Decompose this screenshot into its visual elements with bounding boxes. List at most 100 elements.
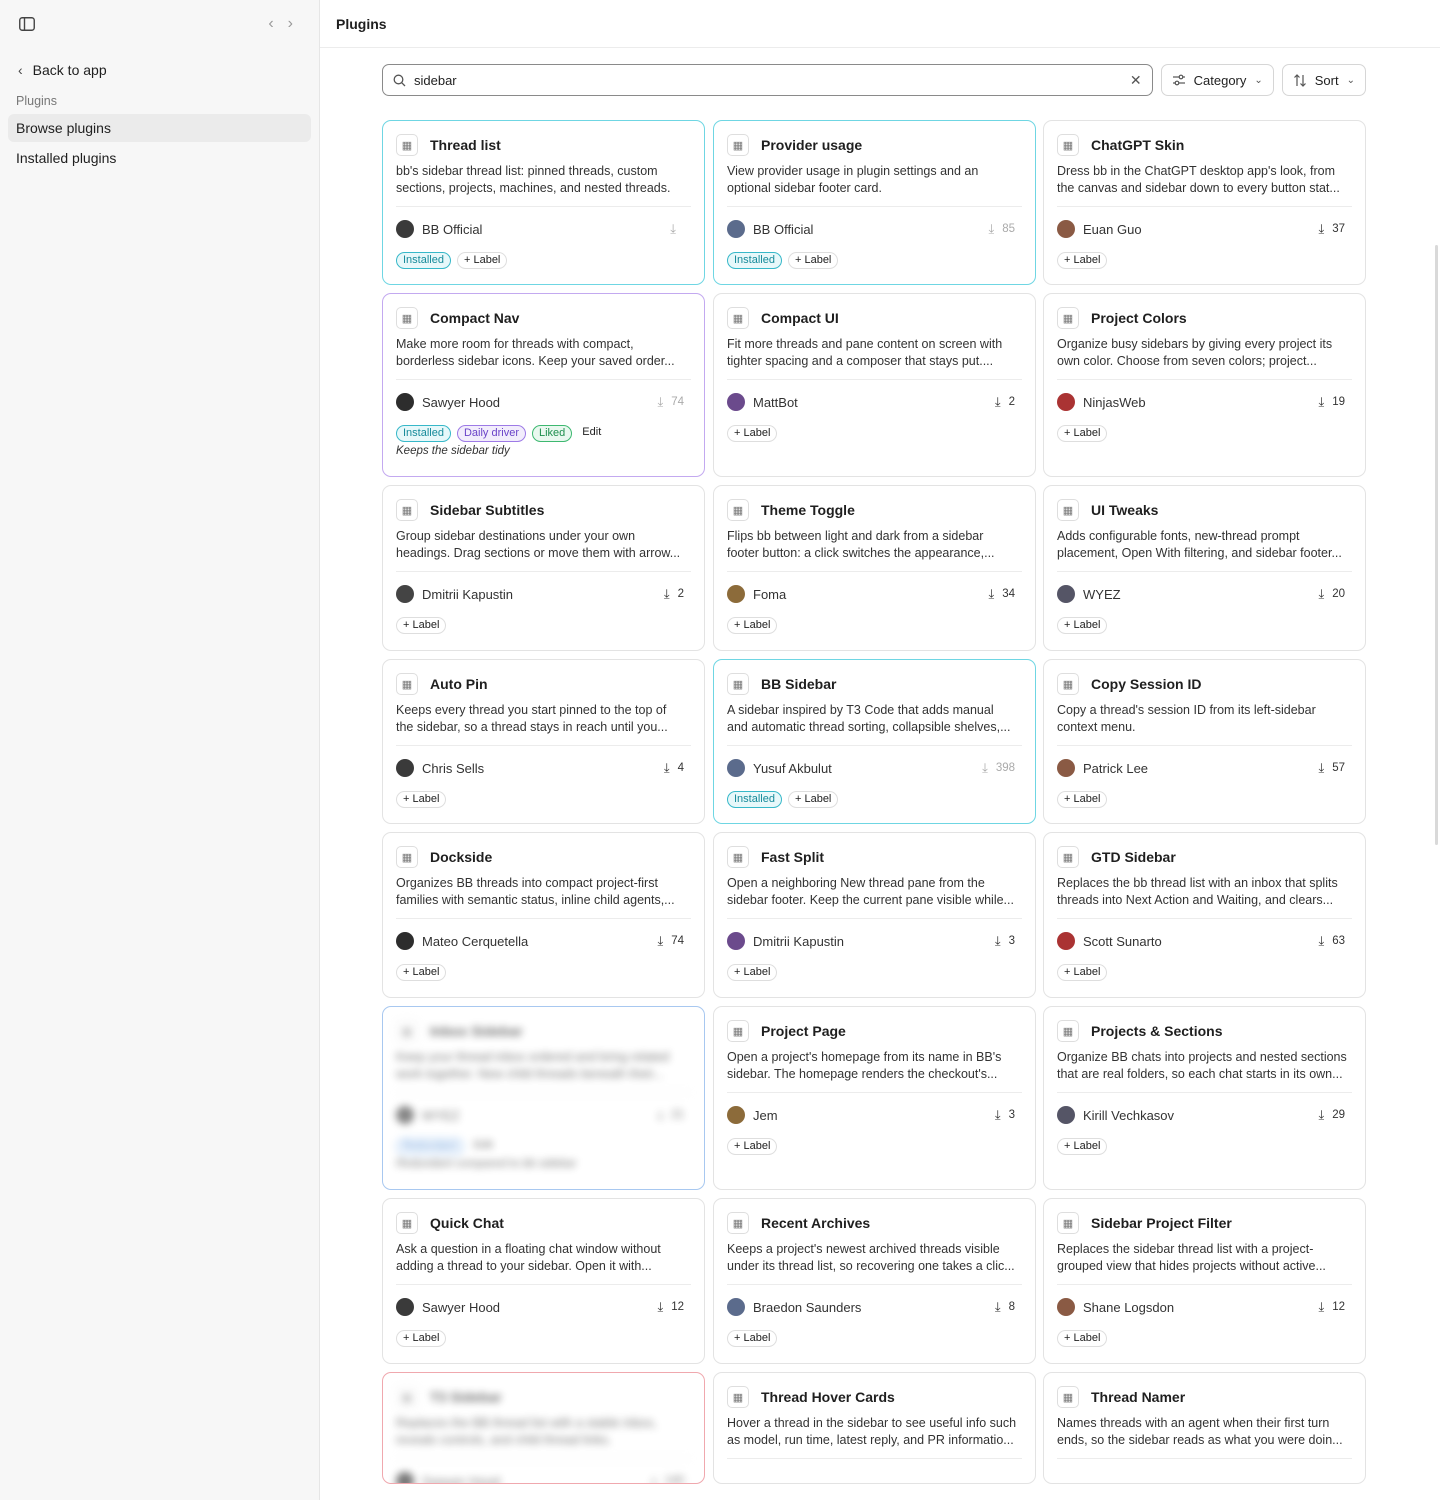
sidebar-item-installed-plugins[interactable]: Installed plugins bbox=[8, 144, 311, 172]
plugin-card[interactable]: ▦ ChatGPT Skin Dress bb in the ChatGPT des… bbox=[1043, 120, 1366, 285]
download-count: ⤓ 19 bbox=[1318, 394, 1345, 410]
status-badge: Installed bbox=[727, 251, 782, 269]
plugin-card[interactable]: ▦ Thread list bb's sidebar thread list: pi… bbox=[382, 120, 705, 285]
plugin-card[interactable]: ▦ Theme Toggle Flips bb between light and … bbox=[713, 485, 1036, 651]
category-dropdown[interactable]: Category ⌄ bbox=[1160, 64, 1274, 96]
plugin-card[interactable]: ▦ Recent Archives Keeps a project's newest… bbox=[713, 1198, 1036, 1364]
plugin-author-row: Dmitrii Kapustin ⤓ 2 bbox=[396, 582, 691, 606]
plugin-card[interactable]: ▦ Sidebar Subtitles Group sidebar destinat… bbox=[382, 485, 705, 651]
add-label-button[interactable]: + Label bbox=[727, 963, 778, 981]
add-label-button[interactable]: + Label bbox=[396, 616, 447, 634]
plugin-card[interactable]: ▦ Dockside Organizes BB threads into compa… bbox=[382, 832, 705, 998]
add-label-button[interactable]: + Label bbox=[787, 790, 839, 808]
add-label-button[interactable]: + Label bbox=[1057, 790, 1108, 808]
scrollbar[interactable] bbox=[1435, 245, 1438, 845]
sidebar-item-browse-plugins[interactable]: Browse plugins bbox=[8, 114, 311, 142]
add-label-button[interactable]: + Label bbox=[396, 1329, 447, 1347]
download-count-value: 21 bbox=[671, 1109, 684, 1121]
download-count: ⤓ 8 bbox=[995, 1299, 1015, 1315]
divider bbox=[396, 918, 691, 919]
plugin-card[interactable]: ▦ Inbox Sidebar Keep your thread inbox ord… bbox=[382, 1006, 705, 1190]
palette-icon: ▦ bbox=[1057, 134, 1079, 156]
inbox-icon: ▦ bbox=[396, 1020, 418, 1042]
add-label-button[interactable]: + Label bbox=[727, 424, 778, 442]
sidebar-toggle-icon[interactable] bbox=[18, 15, 36, 33]
plugin-card[interactable]: ▦ Project Page Open a project's homepage f… bbox=[713, 1006, 1036, 1190]
sliders-icon: ▦ bbox=[727, 307, 749, 329]
plugin-tags: + Label bbox=[727, 1329, 1022, 1347]
clear-search-icon[interactable]: ✕ bbox=[1130, 72, 1142, 89]
plugin-description: Keeps a project's newest archived thread… bbox=[727, 1241, 1022, 1275]
plugin-name: Sidebar Subtitles bbox=[430, 502, 545, 518]
status-badge: Liked bbox=[532, 424, 573, 442]
add-label-button[interactable]: + Label bbox=[727, 616, 778, 634]
plugin-description: Flips bb between light and dark from a s… bbox=[727, 528, 1022, 562]
plugin-card-header: ▦ Sidebar Project Filter bbox=[1057, 1212, 1352, 1234]
chevron-right-icon[interactable]: › bbox=[288, 15, 293, 33]
plugin-card[interactable]: ▦ Thread Hover Cards Hover a thread in the… bbox=[713, 1372, 1036, 1484]
divider bbox=[1057, 206, 1352, 207]
sort-dropdown[interactable]: Sort ⌄ bbox=[1281, 64, 1366, 96]
search-input[interactable] bbox=[414, 72, 1122, 88]
plugin-card[interactable]: ▦ Compact UI Fit more threads and pane con… bbox=[713, 293, 1036, 477]
plugin-card[interactable]: ▦ Auto Pin Keeps every thread you start pi… bbox=[382, 659, 705, 824]
plugin-card[interactable]: ▦ GTD Sidebar Replaces the bb thread list … bbox=[1043, 832, 1366, 998]
sidebar: ‹ › ‹ Back to app Plugins Browse plugins… bbox=[0, 0, 320, 1500]
download-icon: ⤓ bbox=[994, 933, 1001, 948]
plugin-card[interactable]: ▦ Provider usage View provider usage in pl… bbox=[713, 120, 1036, 285]
plugin-author-row: Mateo Cerquetella ⤓ 74 bbox=[396, 929, 691, 953]
back-to-app-link[interactable]: ‹ Back to app bbox=[0, 58, 319, 82]
plugin-tags: + Label bbox=[396, 790, 691, 808]
download-count: ⤓ 63 bbox=[1318, 933, 1345, 949]
add-label-button[interactable]: + Label bbox=[396, 790, 447, 808]
download-icon: ⤓ bbox=[994, 1299, 1001, 1314]
add-label-button[interactable]: + Label bbox=[1057, 1137, 1108, 1155]
add-label-button[interactable]: + Label bbox=[1057, 424, 1108, 442]
plugin-tags: + Label bbox=[727, 616, 1022, 634]
plugin-name: Projects & Sections bbox=[1091, 1023, 1223, 1039]
pin-icon: ▦ bbox=[396, 673, 418, 695]
edit-labels-button[interactable]: Edit bbox=[470, 1138, 497, 1155]
plugin-tags: + Label bbox=[727, 963, 1022, 981]
plugin-author-row: Chris Sells ⤓ 4 bbox=[396, 756, 691, 780]
chevron-left-icon[interactable]: ‹ bbox=[268, 15, 273, 33]
add-label-button[interactable]: + Label bbox=[396, 963, 447, 981]
add-label-button[interactable]: + Label bbox=[1057, 616, 1108, 634]
plugin-card-header: ▦ Provider usage bbox=[727, 134, 1022, 156]
avatar bbox=[1057, 759, 1075, 777]
plugin-card[interactable]: ▦ Compact Nav Make more room for threads w… bbox=[382, 293, 705, 477]
add-label-button[interactable]: + Label bbox=[1057, 1329, 1108, 1347]
plugin-description: Open a project's homepage from its name … bbox=[727, 1049, 1022, 1083]
plugin-name: UI Tweaks bbox=[1091, 502, 1159, 518]
plugin-card[interactable]: ▦ Project Colors Organize busy sidebars by… bbox=[1043, 293, 1366, 477]
add-label-button[interactable]: + Label bbox=[727, 1137, 778, 1155]
plugin-card[interactable]: ▦ Projects & Sections Organize BB chats in… bbox=[1043, 1006, 1366, 1190]
download-icon: ⤓ bbox=[994, 1107, 1001, 1122]
plugin-card[interactable]: ▦ Quick Chat Ask a question in a floating … bbox=[382, 1198, 705, 1364]
add-label-button[interactable]: + Label bbox=[787, 251, 839, 269]
edit-labels-button[interactable]: Edit bbox=[578, 425, 605, 442]
add-label-button[interactable]: + Label bbox=[456, 251, 508, 269]
add-label-button[interactable]: + Label bbox=[1057, 963, 1108, 981]
plugin-tags: Installed Daily driver Liked Edit bbox=[396, 424, 691, 442]
plugin-description-line: context menu. bbox=[1057, 720, 1136, 734]
download-count: ⤓ 34 bbox=[988, 586, 1015, 602]
plugin-card[interactable]: ▦ Thread Namer Names threads with an agent… bbox=[1043, 1372, 1366, 1484]
plugin-author-row: Sawyer Hood ⤓ 140 bbox=[396, 1469, 691, 1483]
plugin-tags: + Label bbox=[396, 1329, 691, 1347]
plugin-card[interactable]: ▦ Copy Session ID Copy a thread's session … bbox=[1043, 659, 1366, 824]
add-label-button[interactable]: + Label bbox=[727, 1329, 778, 1347]
download-count-value: 12 bbox=[1332, 1301, 1345, 1313]
download-count: ⤓ 3 bbox=[995, 933, 1015, 949]
plugin-name: Project Colors bbox=[1091, 310, 1187, 326]
plugin-card[interactable]: ▦ BB Sidebar A sidebar inspired by T3 Code… bbox=[713, 659, 1036, 824]
plugin-card[interactable]: ▦ Fast Split Open a neighboring New thread… bbox=[713, 832, 1036, 998]
download-count-value: 3 bbox=[1008, 935, 1015, 947]
download-count-value: 57 bbox=[1332, 762, 1345, 774]
plugin-card[interactable]: ▦ Sidebar Project Filter Replaces the side… bbox=[1043, 1198, 1366, 1364]
add-label-button[interactable]: + Label bbox=[1057, 251, 1108, 269]
plugin-name: Inbox Sidebar bbox=[430, 1023, 523, 1039]
plugin-card[interactable]: ▦ T3 Sidebar Replaces the BB thread list w… bbox=[382, 1372, 705, 1484]
plugin-card[interactable]: ▦ UI Tweaks Adds configurable fonts, new-t… bbox=[1043, 485, 1366, 651]
plugin-author: BB Official bbox=[422, 221, 483, 237]
